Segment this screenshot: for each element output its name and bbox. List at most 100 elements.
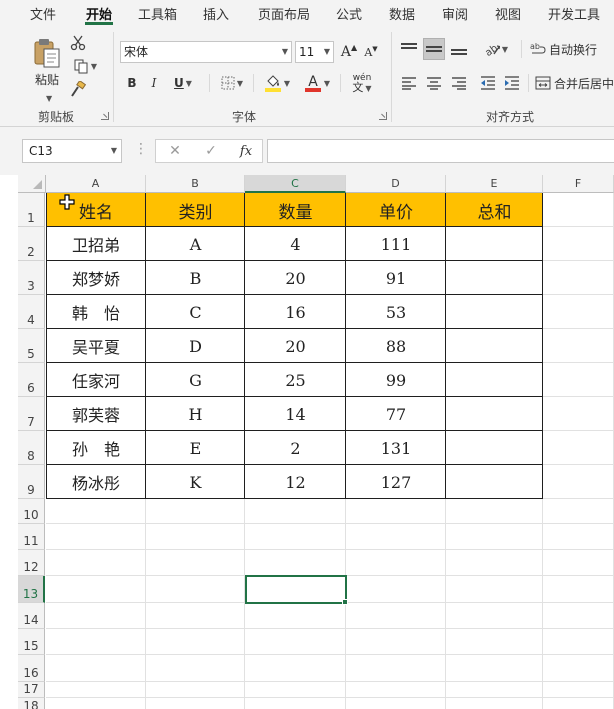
table-cell[interactable]: 韩 怡 [46,295,146,329]
table-cell[interactable]: 16 [245,295,346,329]
fill-handle[interactable] [342,599,348,605]
align-center-button[interactable] [423,72,445,94]
table-cell[interactable]: 131 [346,431,446,465]
row-header-7[interactable]: 7 [18,397,45,431]
table-cell[interactable]: A [146,227,245,261]
phonetic-guide-button[interactable]: wén 文 ▼ [345,71,379,95]
row-header-18[interactable]: 18 [18,698,45,709]
decrease-indent-button[interactable] [478,72,498,94]
row-header-16[interactable]: 16 [18,655,45,682]
table-cell[interactable] [446,465,543,499]
table-cell[interactable]: 任家河 [46,363,146,397]
tab-developer[interactable]: 开发工具 [548,4,600,23]
wrap-text-button[interactable]: ab 自动换行 [530,38,612,60]
align-left-button[interactable] [399,72,419,94]
font-dialog-launcher[interactable] [379,112,387,120]
table-cell[interactable]: 2 [245,431,346,465]
underline-button[interactable]: U ▼ [170,73,196,93]
table-cell[interactable]: 郭芙蓉 [46,397,146,431]
table-cell[interactable] [446,363,543,397]
table-cell[interactable]: E [146,431,245,465]
column-header-e[interactable]: E [446,175,543,193]
table-header-cell[interactable]: 总和 [446,193,543,227]
insert-function-icon[interactable]: fx [236,142,256,160]
row-header-10[interactable]: 10 [18,499,45,524]
select-all-button[interactable] [18,175,46,193]
table-cell[interactable] [446,431,543,465]
font-color-button[interactable]: A ▼ [300,71,334,95]
tab-page-layout[interactable]: 页面布局 [258,4,310,23]
align-right-button[interactable] [449,72,469,94]
tab-review[interactable]: 审阅 [442,4,468,23]
row-header-1[interactable]: 1 [18,193,45,227]
name-box[interactable]: C13 ▼ [22,139,122,163]
tab-home[interactable]: 开始 [86,4,112,23]
row-header-13[interactable]: 13 [18,576,45,603]
table-cell[interactable]: 郑梦娇 [46,261,146,295]
row-header-17[interactable]: 17 [18,682,45,698]
orientation-button[interactable]: ab ▼ [478,38,512,60]
table-cell[interactable]: 12 [245,465,346,499]
table-cell[interactable]: 53 [346,295,446,329]
formula-input[interactable] [267,139,614,163]
tab-toolbox[interactable]: 工具箱 [138,4,177,23]
table-cell[interactable]: C [146,295,245,329]
cut-button[interactable] [68,34,88,52]
table-cell[interactable]: 孙 艳 [46,431,146,465]
row-header-6[interactable]: 6 [18,363,45,397]
row-header-14[interactable]: 14 [18,603,45,629]
table-header-cell[interactable]: 单价 [346,193,446,227]
row-header-12[interactable]: 12 [18,550,45,576]
table-header-cell[interactable]: 数量 [245,193,346,227]
merge-center-button[interactable]: 合并后居中 [535,72,614,94]
bold-button[interactable]: B [124,73,140,93]
column-header-b[interactable]: B [146,175,245,193]
table-cell[interactable]: 91 [346,261,446,295]
copy-button[interactable]: ▼ [68,57,102,75]
table-cell[interactable]: 杨冰彤 [46,465,146,499]
tab-view[interactable]: 视图 [495,4,521,23]
table-cell[interactable]: K [146,465,245,499]
font-size-dropdown[interactable]: 11 ▼ [295,41,334,63]
table-cell[interactable]: 25 [245,363,346,397]
tab-formulas[interactable]: 公式 [336,4,362,23]
column-header-d[interactable]: D [346,175,446,193]
column-header-c[interactable]: C [245,175,346,193]
table-cell[interactable]: 111 [346,227,446,261]
table-cell[interactable] [446,227,543,261]
clipboard-dialog-launcher[interactable] [101,112,109,120]
format-painter-button[interactable] [68,80,88,98]
tab-data[interactable]: 数据 [389,4,415,23]
table-cell[interactable] [446,329,543,363]
shrink-font-button[interactable]: A ▼ [362,41,380,63]
align-middle-button[interactable] [423,38,445,60]
paste-dropdown-caret[interactable]: ▼ [46,94,52,103]
table-cell[interactable] [446,261,543,295]
row-header-4[interactable]: 4 [18,295,45,329]
cancel-entry-icon[interactable]: ✕ [166,142,184,160]
table-cell[interactable]: D [146,329,245,363]
row-header-5[interactable]: 5 [18,329,45,363]
font-name-dropdown[interactable]: 宋体 ▼ [120,41,292,63]
table-cell[interactable]: 20 [245,261,346,295]
row-header-2[interactable]: 2 [18,227,45,261]
table-cell[interactable]: G [146,363,245,397]
fill-color-button[interactable]: ▼ [260,71,294,95]
worksheet-grid[interactable]: ABCDEF 1 2 3 4 5 6 7 8 9 10 11 12 13 14 15 16 17 18 姓名 类别数… [18,175,614,709]
tab-insert[interactable]: 插入 [203,4,229,23]
table-cell[interactable]: 4 [245,227,346,261]
table-header-cell[interactable]: 类别 [146,193,245,227]
increase-indent-button[interactable] [502,72,522,94]
row-header-15[interactable]: 15 [18,629,45,655]
table-cell[interactable]: 14 [245,397,346,431]
active-cell-outline[interactable] [245,575,347,604]
row-header-9[interactable]: 9 [18,465,45,499]
table-cell[interactable] [446,295,543,329]
tab-file[interactable]: 文件 [30,4,56,23]
align-top-button[interactable] [399,38,419,60]
table-cell[interactable]: 77 [346,397,446,431]
row-header-3[interactable]: 3 [18,261,45,295]
table-cell[interactable]: H [146,397,245,431]
row-header-11[interactable]: 11 [18,524,45,550]
align-bottom-button[interactable] [449,38,469,60]
